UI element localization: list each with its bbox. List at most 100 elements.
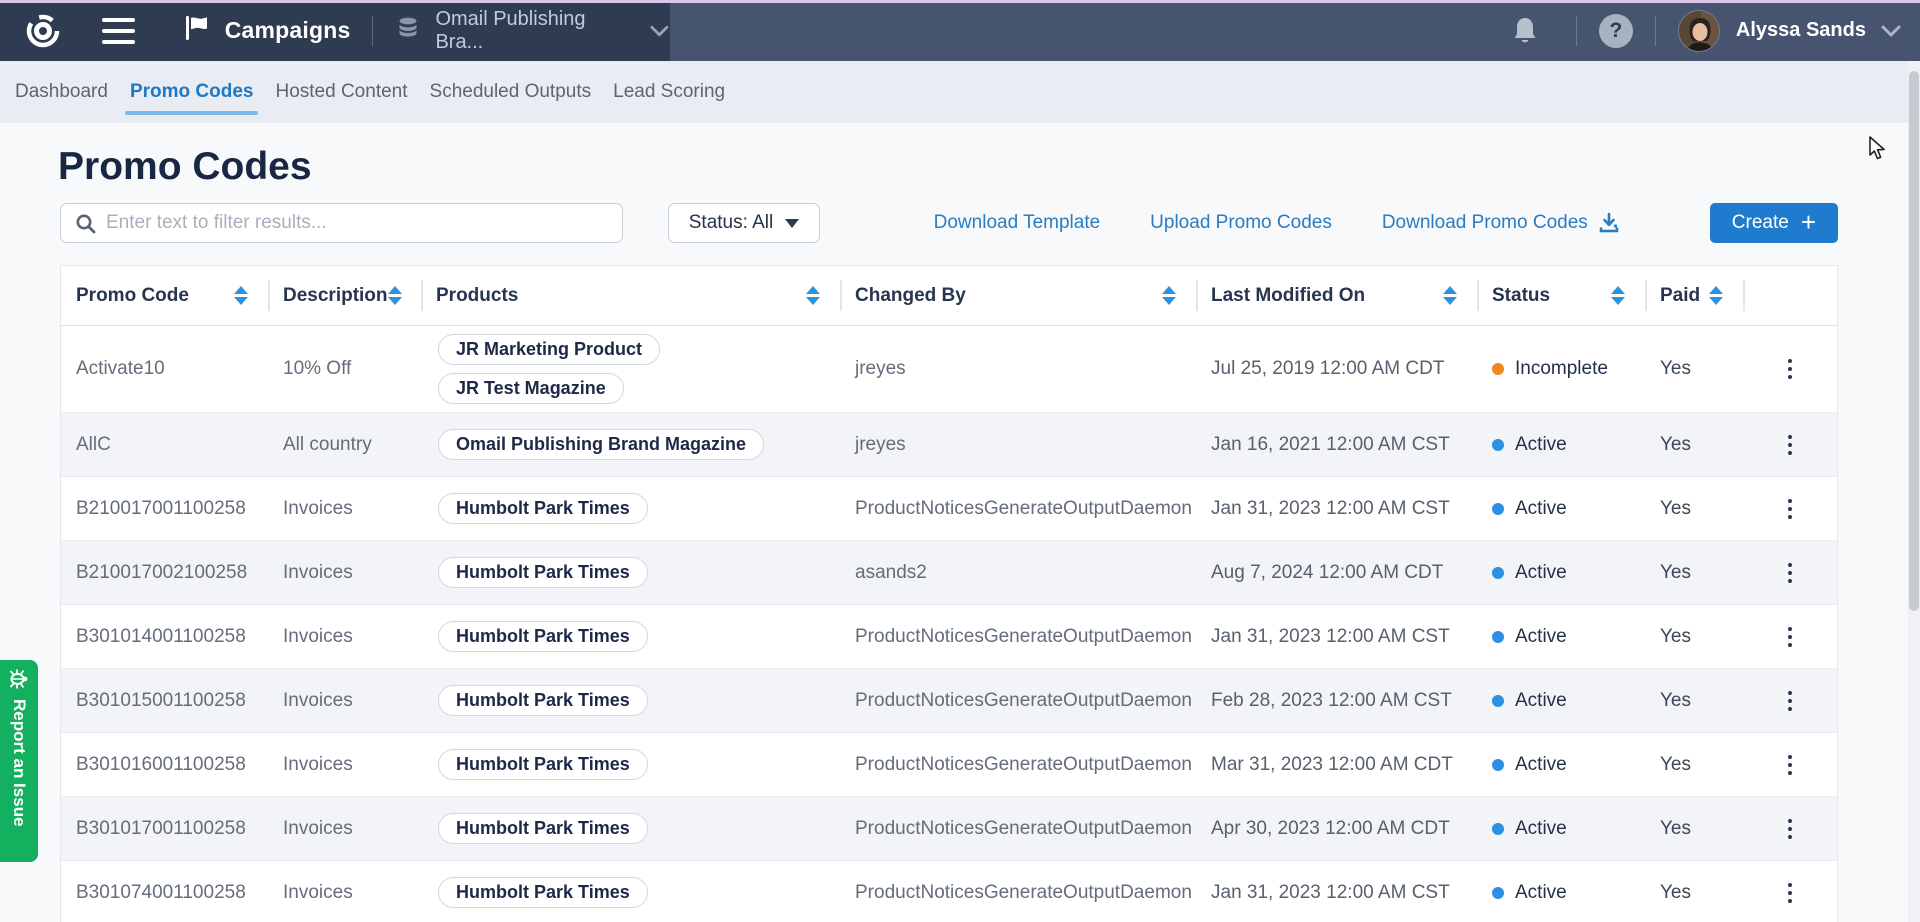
row-actions-kebab[interactable]: [1778, 811, 1802, 847]
sort-icon[interactable]: [388, 286, 402, 305]
cell-promo-code: B301015001100258: [61, 669, 268, 732]
scrollbar-thumb[interactable]: [1909, 71, 1919, 611]
cell-paid: Yes: [1645, 326, 1743, 412]
download-promo-codes-link[interactable]: Download Promo Codes: [1382, 212, 1620, 234]
topbar-right-section: ? Alyssa Sands: [1510, 0, 1920, 61]
tab-dashboard[interactable]: Dashboard: [4, 61, 119, 123]
cell-status: Active: [1477, 861, 1645, 922]
row-actions-kebab[interactable]: [1778, 747, 1802, 783]
upload-promo-codes-link[interactable]: Upload Promo Codes: [1150, 212, 1332, 234]
cell-description: Invoices: [268, 477, 421, 540]
create-button[interactable]: Create +: [1710, 203, 1838, 243]
cell-last-modified-on: Apr 30, 2023 12:00 AM CDT: [1196, 797, 1477, 860]
cell-last-modified-on: Aug 7, 2024 12:00 AM CDT: [1196, 541, 1477, 604]
vertical-scrollbar: [1908, 61, 1920, 922]
brand-selector[interactable]: Omail Publishing Bra...: [395, 8, 670, 54]
cell-products: Humbolt Park Times: [421, 541, 840, 604]
row-actions-kebab[interactable]: [1778, 875, 1802, 911]
status-dot: [1492, 887, 1504, 899]
row-actions-kebab[interactable]: [1778, 427, 1802, 463]
table-body: Activate10 10% Off JR Marketing ProductJ…: [61, 326, 1837, 922]
app-logo-icon[interactable]: [24, 11, 62, 51]
product-pill: JR Marketing Product: [438, 334, 660, 365]
cell-actions: [1743, 733, 1837, 796]
topbar-divider: [372, 16, 373, 46]
cell-promo-code: AllC: [61, 413, 268, 476]
status-label: Active: [1515, 562, 1567, 584]
sort-icon[interactable]: [1709, 286, 1723, 305]
row-actions-kebab[interactable]: [1778, 351, 1802, 387]
cell-paid: Yes: [1645, 861, 1743, 922]
cell-status: Active: [1477, 413, 1645, 476]
product-pill: Humbolt Park Times: [438, 685, 648, 716]
product-pill: Humbolt Park Times: [438, 493, 648, 524]
status-dot: [1492, 631, 1504, 643]
cell-last-modified-on: Feb 28, 2023 12:00 AM CST: [1196, 669, 1477, 732]
cell-last-modified-on: Jul 25, 2019 12:00 AM CDT: [1196, 326, 1477, 412]
help-icon[interactable]: ?: [1599, 14, 1633, 48]
cell-description: Invoices: [268, 605, 421, 668]
cell-promo-code: Activate10: [61, 326, 268, 412]
brand-selector-label: Omail Publishing Bra...: [435, 8, 627, 54]
status-label: Active: [1515, 818, 1567, 840]
section-tabs: DashboardPromo CodesHosted ContentSchedu…: [0, 61, 1920, 123]
cell-paid: Yes: [1645, 413, 1743, 476]
cell-last-modified-on: Mar 31, 2023 12:00 AM CDT: [1196, 733, 1477, 796]
tab-lead-scoring[interactable]: Lead Scoring: [602, 61, 736, 123]
table-row: B301016001100258 Invoices Humbolt Park T…: [61, 732, 1837, 796]
page-title: Promo Codes: [58, 145, 312, 189]
status-label: Active: [1515, 498, 1567, 520]
cell-status: Active: [1477, 541, 1645, 604]
cell-products: Humbolt Park Times: [421, 733, 840, 796]
cell-last-modified-on: Jan 31, 2023 12:00 AM CST: [1196, 477, 1477, 540]
user-name[interactable]: Alyssa Sands: [1736, 19, 1866, 42]
cell-description: Invoices: [268, 861, 421, 922]
database-icon: [395, 15, 421, 46]
table-row: B301017001100258 Invoices Humbolt Park T…: [61, 796, 1837, 860]
topbar-left-section: Campaigns Omail Publishing Bra...: [0, 0, 670, 61]
status-dot: [1492, 759, 1504, 771]
cell-status: Active: [1477, 669, 1645, 732]
sort-icon[interactable]: [806, 286, 820, 305]
status-filter-dropdown[interactable]: Status: All: [668, 203, 820, 243]
status-label: Active: [1515, 434, 1567, 456]
status-dot: [1492, 503, 1504, 515]
search-input[interactable]: [106, 212, 610, 234]
row-actions-kebab[interactable]: [1778, 555, 1802, 591]
user-menu-chevron-icon[interactable]: [1880, 24, 1902, 38]
table-controls: Status: All Download Template Upload Pro…: [60, 203, 1838, 243]
topbar-divider: [1576, 16, 1577, 46]
cell-promo-code: B301014001100258: [61, 605, 268, 668]
sort-icon[interactable]: [234, 286, 248, 305]
top-accent-line: [0, 0, 1920, 3]
tab-scheduled-outputs[interactable]: Scheduled Outputs: [419, 61, 603, 123]
product-pill: Omail Publishing Brand Magazine: [438, 429, 764, 460]
cell-changed-by: ProductNoticesGenerateOutputDaemon: [840, 733, 1196, 796]
tab-promo-codes[interactable]: Promo Codes: [119, 61, 265, 123]
column-header-changed-by: Changed By: [840, 266, 1196, 325]
sort-icon[interactable]: [1611, 286, 1625, 305]
top-navigation-bar: Campaigns Omail Publishing Bra... ?: [0, 0, 1920, 61]
report-an-issue-tab[interactable]: Report an Issue: [0, 660, 38, 862]
cell-changed-by: ProductNoticesGenerateOutputDaemon: [840, 605, 1196, 668]
cell-actions: [1743, 477, 1837, 540]
user-avatar[interactable]: [1678, 10, 1720, 52]
row-actions-kebab[interactable]: [1778, 619, 1802, 655]
cell-changed-by: ProductNoticesGenerateOutputDaemon: [840, 669, 1196, 732]
row-actions-kebab[interactable]: [1778, 683, 1802, 719]
product-pill: Humbolt Park Times: [438, 749, 648, 780]
sort-icon[interactable]: [1162, 286, 1176, 305]
menu-icon[interactable]: [102, 18, 134, 44]
cell-actions: [1743, 669, 1837, 732]
app-title: Campaigns: [225, 17, 351, 44]
cell-last-modified-on: Jan 16, 2021 12:00 AM CST: [1196, 413, 1477, 476]
download-template-link[interactable]: Download Template: [934, 212, 1101, 234]
report-an-issue-label: Report an Issue: [9, 699, 29, 827]
cell-status: Active: [1477, 733, 1645, 796]
product-pill: Humbolt Park Times: [438, 813, 648, 844]
sort-icon[interactable]: [1443, 286, 1457, 305]
notifications-bell-icon[interactable]: [1510, 15, 1540, 47]
cell-paid: Yes: [1645, 797, 1743, 860]
tab-hosted-content[interactable]: Hosted Content: [264, 61, 418, 123]
row-actions-kebab[interactable]: [1778, 491, 1802, 527]
